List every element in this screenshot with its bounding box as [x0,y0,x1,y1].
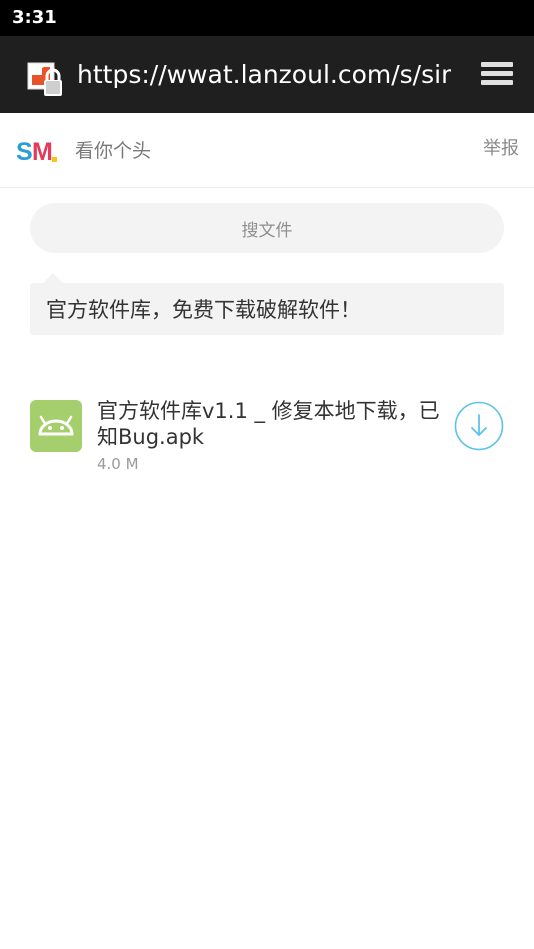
notice-text: 官方软件库，免费下载破解软件！ [46,298,361,322]
search-input[interactable]: 搜文件 [30,203,504,253]
download-icon[interactable] [454,401,504,451]
file-size: 4.0 M [97,455,139,473]
android-icon [30,400,82,452]
browser-menu-icon[interactable] [478,58,518,92]
svg-text:M: M [32,138,53,165]
file-name[interactable]: 官方软件库v1.1 _ 修复本地下载，已知Bug.apk [97,398,447,450]
status-bar: 3:31 [0,0,534,36]
notice-pointer [43,273,63,283]
url-field[interactable]: https://wwat.lanzoul.com/s/sim [77,58,451,92]
status-time: 3:31 [12,7,57,28]
svg-text:S: S [16,138,33,165]
search-placeholder: 搜文件 [241,220,293,241]
secure-site-lock-icon[interactable] [27,62,65,100]
site-logo[interactable]: S M [16,137,58,166]
report-link[interactable]: 举报 [483,134,519,160]
site-title: 看你个头 [75,140,152,162]
